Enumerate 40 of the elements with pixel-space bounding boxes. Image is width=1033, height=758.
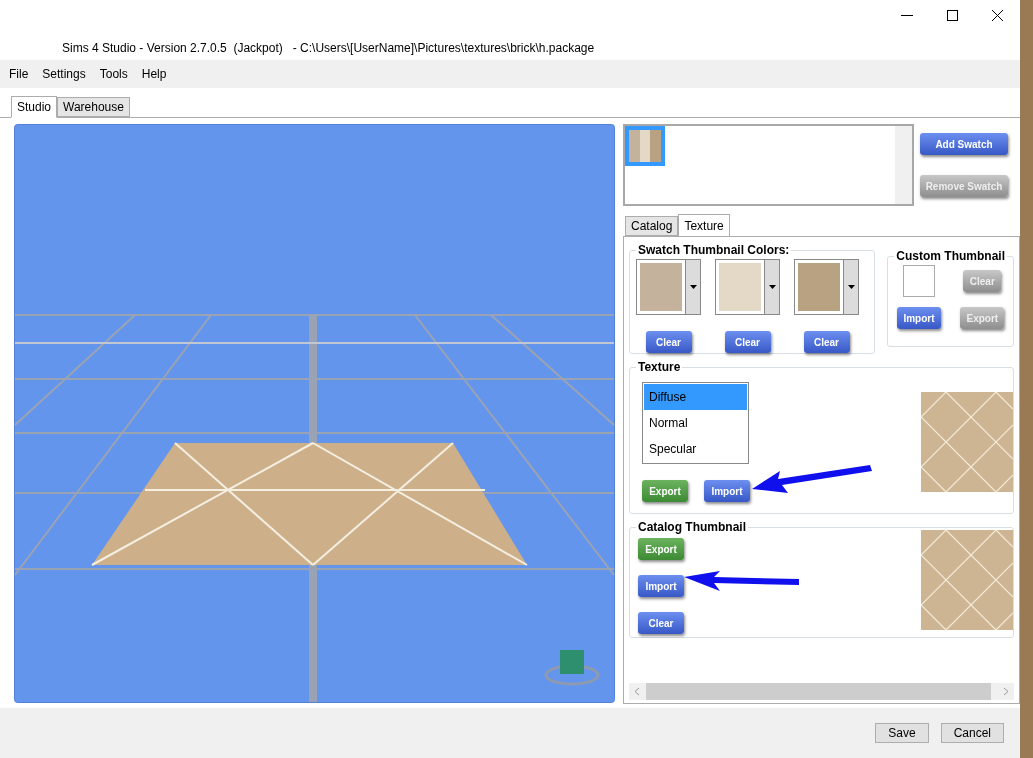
dropdown-arrow-icon [768,285,776,289]
menu-item[interactable]: Help [141,65,167,83]
group-title: Custom Thumbnail [895,248,1006,265]
action-button[interactable]: Clear [645,331,692,353]
dropdown-arrow-icon [689,285,697,289]
action-button[interactable]: Add Swatch [920,133,1008,155]
action-button[interactable]: Clear [803,331,850,353]
group-title: Swatch Thumbnail Colors: [637,242,791,259]
3d-viewport-scene-drawing[interactable] [14,124,615,703]
arrow-annotation-icon [752,465,872,495]
list-item[interactable]: Specular [644,436,747,462]
action-button[interactable]: Clear [638,612,684,634]
maximize-icon[interactable] [947,10,958,21]
color-picker[interactable] [794,259,859,315]
tab[interactable]: Warehouse [57,97,130,117]
tab[interactable]: Texture [678,214,730,237]
menu-item[interactable]: File [9,65,29,83]
color-picker[interactable] [636,259,701,315]
group-title: Catalog Thumbnail [637,519,747,536]
window-title: Sims 4 Studio - Version 2.7.0.5 (Jackpot) - C:\Users\[UserName]\Pictures\textures\brick\h.package [62,40,595,57]
minimize-icon[interactable] [901,15,913,17]
dialog-button[interactable]: Save [875,723,929,743]
swatch-thumbnail[interactable] [625,126,665,166]
action-button[interactable]: Import [897,307,941,329]
action-button[interactable]: Import [704,480,750,502]
scrollbar[interactable] [895,126,912,204]
menu-item[interactable]: Settings [42,65,86,83]
action-button[interactable]: Import [638,575,684,597]
dialog-button[interactable]: Cancel [940,723,1004,743]
list-item[interactable]: Diffuse [644,384,747,410]
close-icon[interactable] [992,10,1003,21]
group-title: Texture [637,359,682,376]
dropdown-arrow-icon [847,285,855,289]
color-picker[interactable] [715,259,780,315]
action-button[interactable]: Clear [724,331,771,353]
tab[interactable]: Catalog [625,216,679,236]
thumbnail-preview [903,265,935,297]
tab[interactable]: Studio [11,96,58,118]
menu-item[interactable]: Tools [99,65,128,83]
list-item[interactable]: Normal [644,410,747,436]
